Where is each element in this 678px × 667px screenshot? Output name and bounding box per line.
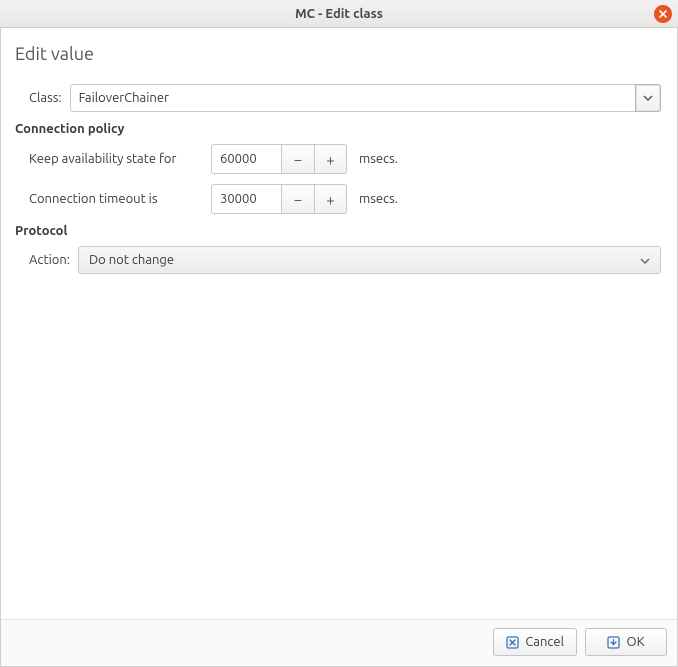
availability-decrement-button[interactable]: − [281, 144, 314, 174]
availability-units: msecs. [359, 152, 398, 166]
plus-icon: + [326, 191, 334, 208]
cancel-icon [506, 636, 519, 649]
minus-icon: − [294, 151, 302, 168]
class-dropdown-button[interactable] [635, 84, 661, 112]
cancel-button-label: Cancel [525, 635, 564, 649]
section-protocol: Protocol [15, 224, 661, 238]
class-combobox [70, 84, 661, 112]
dialog-footer: Cancel OK [1, 619, 677, 666]
window-body: Edit value Class: Connection policy Keep… [0, 28, 678, 667]
section-connection-policy: Connection policy [15, 122, 661, 136]
window-title: MC - Edit class [0, 7, 678, 21]
ok-icon [607, 636, 620, 649]
chevron-down-icon [643, 95, 653, 101]
availability-label: Keep availability state for [29, 152, 199, 166]
minus-icon: − [294, 191, 302, 208]
timeout-decrement-button[interactable]: − [281, 184, 314, 214]
class-input[interactable] [70, 84, 635, 112]
class-label: Class: [29, 91, 62, 105]
action-row: Action: Do not change [15, 246, 661, 274]
timeout-increment-button[interactable]: + [314, 184, 347, 214]
availability-increment-button[interactable]: + [314, 144, 347, 174]
page-title: Edit value [15, 44, 661, 64]
close-icon [658, 9, 668, 19]
titlebar: MC - Edit class [0, 0, 678, 28]
chevron-down-icon [640, 253, 650, 267]
action-label: Action: [29, 253, 70, 267]
content-area: Edit value Class: Connection policy Keep… [1, 28, 677, 619]
availability-spin: − + [211, 144, 347, 174]
plus-icon: + [326, 151, 334, 168]
availability-row: Keep availability state for − + msecs. [15, 144, 661, 174]
ok-button-label: OK [626, 635, 644, 649]
action-select[interactable]: Do not change [78, 246, 661, 274]
timeout-label: Connection timeout is [29, 192, 199, 206]
cancel-button[interactable]: Cancel [493, 628, 577, 656]
timeout-units: msecs. [359, 192, 398, 206]
action-value: Do not change [89, 253, 174, 267]
availability-input[interactable] [211, 144, 281, 174]
ok-button[interactable]: OK [585, 628, 667, 656]
timeout-spin: − + [211, 184, 347, 214]
timeout-row: Connection timeout is − + msecs. [15, 184, 661, 214]
timeout-input[interactable] [211, 184, 281, 214]
class-row: Class: [15, 84, 661, 112]
window-close-button[interactable] [654, 5, 672, 23]
